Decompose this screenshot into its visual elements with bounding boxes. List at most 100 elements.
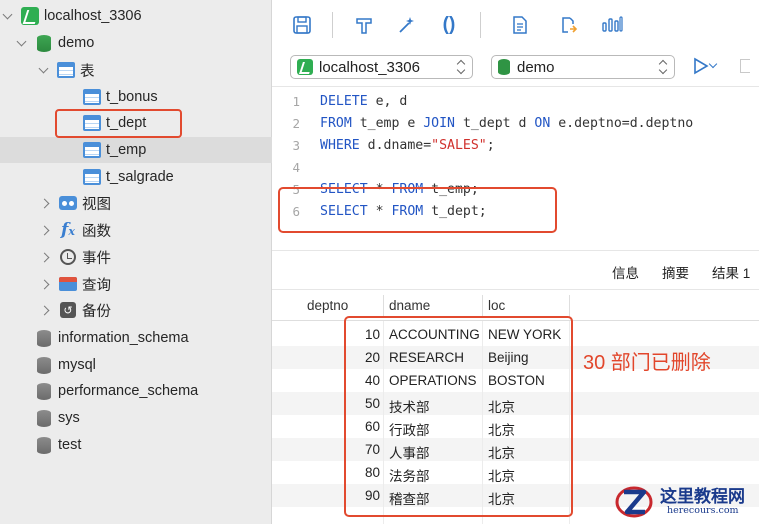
database-icon — [498, 59, 510, 75]
toolbar-divider — [480, 12, 481, 38]
tab-result-1[interactable]: 结果 1 — [712, 262, 750, 282]
database-label: demo — [58, 35, 95, 51]
save-icon[interactable] — [290, 13, 314, 37]
function-icon: fx — [61, 220, 75, 240]
watermark-logo-icon — [615, 486, 653, 518]
column-divider[interactable] — [569, 295, 570, 317]
export-icon[interactable] — [556, 13, 580, 37]
table-icon — [82, 87, 102, 107]
database-label: test — [58, 437, 82, 453]
database-icon — [34, 33, 54, 53]
database-icon — [34, 355, 54, 375]
backups-label: 备份 — [82, 303, 111, 320]
column-header-dname[interactable]: dname — [389, 298, 430, 313]
table-icon — [82, 140, 102, 160]
code-text: WHERE d.dname="SALES"; — [320, 138, 495, 153]
queries-label: 查询 — [82, 277, 111, 294]
database-label: sys — [58, 410, 80, 426]
connection-select[interactable]: localhost_3306 — [290, 55, 473, 79]
database-label: mysql — [58, 357, 96, 373]
run-dropdown-chevron-icon[interactable] — [708, 59, 718, 69]
sql-keyword: DELETE — [320, 93, 368, 109]
parentheses-icon[interactable]: () — [437, 13, 461, 37]
column-divider[interactable] — [482, 295, 483, 317]
tab-summary[interactable]: 摘要 — [662, 262, 689, 282]
database-icon — [34, 381, 54, 401]
query-icon — [58, 274, 78, 294]
tree-database-information-schema[interactable]: information_schema — [0, 325, 272, 351]
code-line[interactable]: 3 WHERE d.dname="SALES"; — [272, 134, 495, 156]
code-text: DELETE e, d — [320, 94, 407, 109]
magic-wand-icon[interactable] — [394, 13, 418, 37]
line-number: 1 — [292, 93, 300, 109]
code-line[interactable]: 4 — [272, 156, 320, 178]
column-divider[interactable] — [383, 295, 384, 317]
tree-database-test[interactable]: test — [0, 432, 272, 458]
functions-label: 函数 — [82, 223, 111, 240]
table-label: t_emp — [106, 142, 147, 158]
tab-info[interactable]: 信息 — [612, 262, 639, 282]
tree-table-t-bonus[interactable]: t_bonus — [0, 84, 272, 110]
updown-chevron-icon — [659, 60, 668, 74]
database-label: performance_schema — [58, 383, 199, 399]
stop-icon[interactable] — [740, 59, 750, 73]
tables-group-label: 表 — [80, 63, 95, 80]
line-number: 4 — [292, 159, 300, 175]
tree-events[interactable]: 事件 — [0, 244, 272, 270]
document-icon[interactable] — [508, 13, 532, 37]
sql-text: d.dname= — [359, 137, 432, 153]
tree-database-sys[interactable]: sys — [0, 405, 272, 431]
code-line[interactable]: 1 DELETE e, d — [272, 90, 407, 112]
tree-connection-localhost[interactable]: localhost_3306 — [0, 3, 272, 29]
connection-selector-bar: localhost_3306 demo — [272, 50, 759, 86]
toolbar-divider — [332, 12, 333, 38]
format-icon[interactable] — [352, 13, 376, 37]
database-icon — [34, 435, 54, 455]
sql-keyword: ON — [534, 115, 551, 131]
database-icon — [34, 328, 54, 348]
navigator-sidebar: localhost_3306 demo 表 t_bonus t_dept t_e… — [0, 0, 272, 524]
line-number: 3 — [292, 137, 300, 153]
chevron-down-icon[interactable] — [2, 10, 14, 22]
table-icon — [82, 167, 102, 187]
table-label: t_bonus — [106, 89, 158, 105]
database-select[interactable]: demo — [491, 55, 675, 79]
views-label: 视图 — [82, 196, 111, 213]
watermark: 这里教程网 herecours.com — [612, 478, 759, 524]
watermark-subtitle: herecours.com — [667, 505, 739, 516]
tree-views[interactable]: 视图 — [0, 190, 272, 216]
explain-icon[interactable] — [600, 13, 624, 37]
column-header-loc[interactable]: loc — [488, 298, 505, 313]
tree-table-t-emp[interactable]: t_emp — [0, 137, 272, 163]
chevron-right-icon[interactable] — [40, 278, 52, 290]
tree-backups[interactable]: ↺ 备份 — [0, 297, 272, 323]
tree-database-mysql[interactable]: mysql — [0, 352, 272, 378]
line-number: 2 — [292, 115, 300, 131]
chevron-right-icon[interactable] — [40, 224, 52, 236]
result-highlight-box — [344, 316, 573, 517]
tree-database-demo[interactable]: demo — [0, 30, 272, 56]
code-line[interactable]: 2 FROM t_emp e JOIN t_dept d ON e.deptno=… — [272, 112, 693, 134]
editor-toolbar: () — [272, 0, 759, 50]
column-header-deptno[interactable]: deptno — [307, 298, 348, 313]
chevron-right-icon[interactable] — [40, 197, 52, 209]
tree-tables-group[interactable]: 表 — [0, 57, 272, 83]
tree-table-t-salgrade[interactable]: t_salgrade — [0, 164, 272, 190]
chevron-right-icon[interactable] — [40, 304, 52, 316]
watermark-title: 这里教程网 — [660, 487, 745, 507]
sql-text: t_dept d — [455, 115, 535, 131]
chevron-down-icon[interactable] — [16, 37, 28, 49]
chevron-down-icon[interactable] — [38, 64, 50, 76]
sql-text: ; — [486, 137, 495, 153]
tree-queries[interactable]: 查询 — [0, 271, 272, 297]
sql-keyword: WHERE — [320, 137, 360, 153]
connection-icon — [297, 59, 313, 75]
deleted-annotation: 30 部门已删除 — [583, 352, 711, 374]
tree-database-performance-schema[interactable]: performance_schema — [0, 378, 272, 404]
tree-functions[interactable]: fx 函数 — [0, 217, 272, 243]
chevron-right-icon[interactable] — [40, 251, 52, 263]
sql-keyword: FROM — [320, 115, 352, 131]
updown-chevron-icon — [457, 60, 466, 74]
sql-text: e.deptno=d.deptno — [550, 115, 694, 131]
run-icon[interactable] — [692, 57, 710, 78]
